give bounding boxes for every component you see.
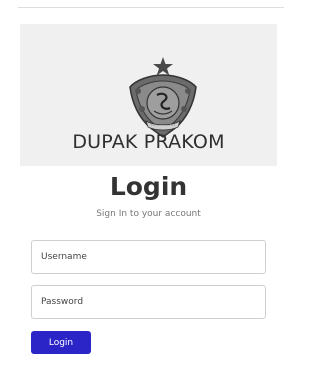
top-divider bbox=[18, 7, 284, 8]
password-input[interactable] bbox=[31, 285, 266, 319]
login-subheading: Sign In to your account bbox=[96, 209, 201, 219]
login-heading: Login bbox=[109, 172, 188, 201]
username-input[interactable] bbox=[31, 240, 266, 274]
header-banner: DUPAK PRAKOM bbox=[20, 24, 277, 166]
login-button[interactable]: Login bbox=[31, 331, 91, 354]
app-title: DUPAK PRAKOM bbox=[72, 131, 225, 153]
regency-emblem-icon bbox=[129, 57, 197, 138]
